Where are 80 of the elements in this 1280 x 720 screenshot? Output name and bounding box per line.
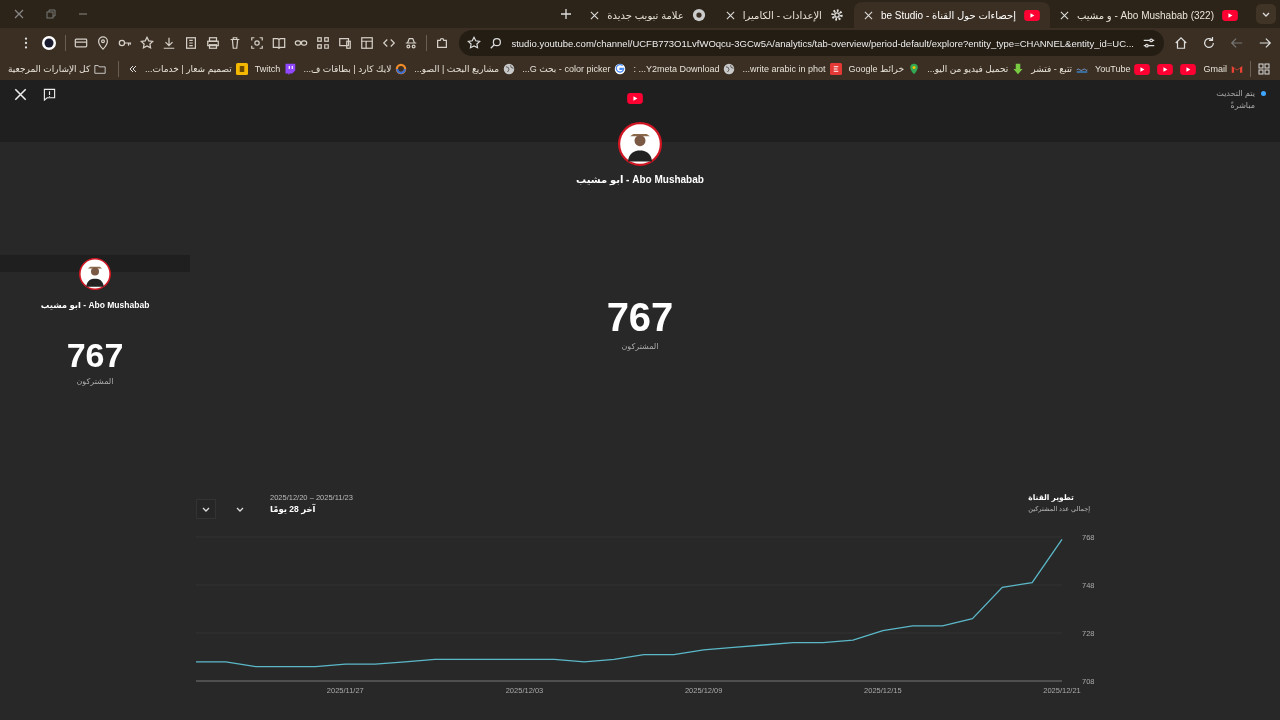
reader-icon[interactable] bbox=[184, 36, 199, 50]
restore-icon[interactable] bbox=[46, 9, 56, 19]
close-tab-icon[interactable] bbox=[725, 10, 735, 20]
close-window-icon[interactable] bbox=[14, 9, 24, 19]
live-dot bbox=[1261, 91, 1266, 96]
bookmark[interactable]: خرائط Google bbox=[848, 63, 921, 75]
close-tab-icon[interactable] bbox=[863, 10, 873, 20]
layout-icon[interactable] bbox=[360, 36, 375, 50]
globe-icon bbox=[723, 63, 736, 75]
subscriber-label: المشتركون bbox=[76, 377, 114, 386]
youtube-icon bbox=[1023, 9, 1040, 21]
book-icon[interactable] bbox=[272, 36, 287, 50]
twitch-icon bbox=[284, 63, 297, 75]
print-icon[interactable] bbox=[206, 36, 221, 50]
bookmark[interactable]: Twitch bbox=[254, 63, 297, 75]
bookmark[interactable]: Y2meta Download... : bbox=[633, 63, 736, 75]
dropdown-button[interactable] bbox=[196, 499, 216, 519]
browser-tab[interactable]: الإعدادات - الكاميرا bbox=[715, 2, 854, 28]
youtube-icon bbox=[1157, 63, 1174, 75]
address-bar[interactable]: studio.youtube.com/channel/UCFB773O1LvfWOqcu-3GCw5A/analytics/tab-overview/period-default/explore?entity_type=CHANNEL&entity_id=UC... bbox=[459, 30, 1164, 56]
bookmark[interactable]: تحميل فيديو من اليو... bbox=[927, 63, 1025, 75]
download-icon[interactable] bbox=[162, 36, 177, 50]
bookmark-icon-button[interactable] bbox=[1157, 63, 1174, 75]
apps-grid-icon[interactable] bbox=[1258, 63, 1270, 75]
youtube-logo-icon bbox=[627, 93, 643, 104]
google-icon bbox=[614, 63, 627, 75]
screenshot-icon[interactable] bbox=[250, 36, 265, 50]
globe-icon bbox=[503, 63, 516, 75]
search-icon[interactable] bbox=[489, 36, 504, 50]
folder-icon bbox=[94, 63, 107, 75]
close-tab-icon[interactable] bbox=[590, 10, 600, 20]
incognito-icon[interactable] bbox=[404, 36, 419, 50]
map-pin-icon bbox=[908, 63, 921, 75]
period-label: آخر 28 يومًا bbox=[270, 504, 316, 514]
subscriber-count: 767 bbox=[606, 295, 674, 340]
letter-icon bbox=[829, 63, 842, 75]
bookmark[interactable]: مشاريع البحث | الصو... bbox=[414, 63, 516, 75]
card-icon[interactable] bbox=[74, 36, 89, 50]
youtube-icon bbox=[1134, 63, 1151, 75]
star-list-icon[interactable] bbox=[140, 36, 155, 50]
bookmark[interactable]: write arabic in phot... bbox=[742, 63, 842, 75]
live-status-text: يتم التحديث bbox=[1216, 88, 1255, 100]
bookmark[interactable]: YouTube bbox=[1095, 63, 1151, 75]
all-bookmarks[interactable]: كل الإشارات المرجعية bbox=[8, 63, 107, 75]
close-tab-icon[interactable] bbox=[1059, 10, 1069, 20]
subscriber-count: 767 bbox=[66, 336, 124, 375]
forward-icon[interactable] bbox=[1258, 36, 1272, 50]
new-tab-icon[interactable] bbox=[560, 8, 573, 20]
site-settings-icon[interactable] bbox=[1142, 36, 1156, 50]
bookmark[interactable]: تتبع - فتشر bbox=[1031, 63, 1089, 75]
channel-name: Abo Mushabab - ابو مشيب bbox=[576, 174, 704, 185]
bookmark[interactable]: لايك كارد | بطاقات ف... bbox=[303, 63, 408, 75]
download-arrow-icon bbox=[1012, 63, 1025, 75]
devices-icon[interactable] bbox=[338, 36, 353, 50]
bookmark[interactable]: تصميم شعار | خدمات... bbox=[145, 63, 248, 75]
subscriber-label: المشتركون bbox=[621, 342, 659, 351]
live-status-text: مباشرةً bbox=[1229, 100, 1255, 112]
gear-icon bbox=[829, 8, 844, 22]
tab-list-button[interactable] bbox=[1256, 4, 1276, 24]
ring-icon bbox=[395, 63, 408, 75]
browser-tab[interactable]: علامة تبويب جديدة bbox=[580, 2, 716, 28]
bookmark[interactable]: color picker - بحث G... bbox=[522, 63, 627, 75]
channel-name: Abo Mushabab - ابو مشيب bbox=[40, 300, 150, 310]
reload-icon[interactable] bbox=[1202, 36, 1216, 50]
square-badge-icon bbox=[235, 63, 248, 75]
profile-icon[interactable] bbox=[41, 35, 58, 51]
home-icon[interactable] bbox=[1174, 36, 1188, 50]
feedback-icon[interactable] bbox=[43, 88, 56, 101]
youtube-icon bbox=[1222, 9, 1238, 21]
location-pin-icon[interactable] bbox=[96, 36, 111, 50]
bookmark[interactable]: Gmail bbox=[1203, 63, 1243, 75]
back-icon[interactable] bbox=[1230, 36, 1244, 50]
star-icon[interactable] bbox=[467, 36, 482, 50]
close-icon[interactable] bbox=[14, 88, 27, 101]
browser-logo-icon bbox=[691, 8, 706, 22]
code-icon[interactable] bbox=[382, 36, 397, 50]
bookmark-icon-button[interactable] bbox=[1180, 63, 1197, 75]
browser-tab[interactable]: إحصاءات حول القناة - be Studio bbox=[853, 2, 1050, 28]
browser-tab[interactable]: (322) Abo Mushabab - و مشيب bbox=[1049, 2, 1248, 28]
youtube-icon bbox=[1180, 63, 1197, 75]
